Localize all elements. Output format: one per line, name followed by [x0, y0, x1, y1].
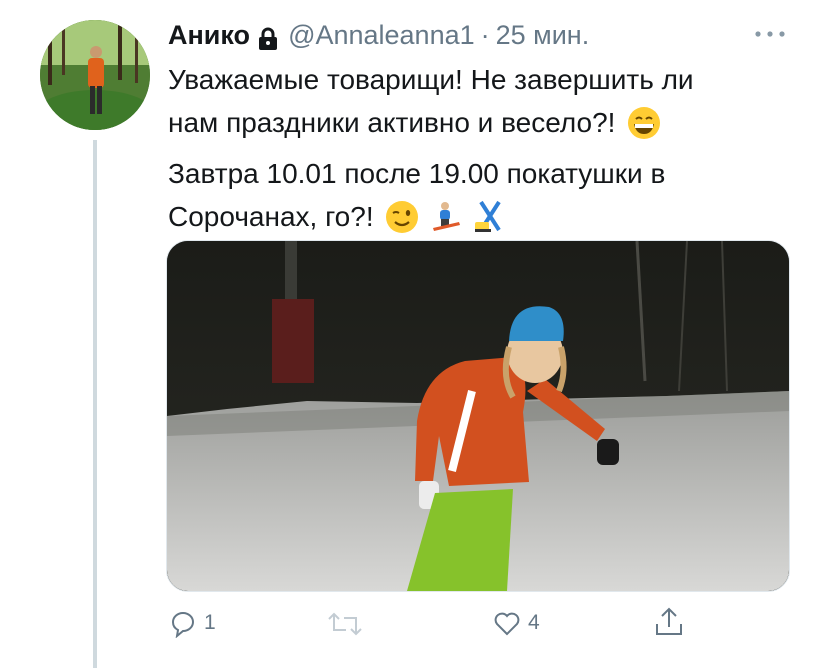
tweet-text: Уважаемые товарищи! Не завершить ли нам …: [168, 58, 788, 246]
reply-icon: [172, 612, 195, 638]
timestamp[interactable]: 25 мин.: [496, 16, 590, 54]
retweet-button[interactable]: [328, 610, 368, 638]
share-button[interactable]: [654, 606, 684, 638]
snowboarding-photo: [167, 241, 789, 591]
separator: ·: [480, 20, 490, 50]
heart-icon: [494, 612, 520, 636]
tweet-actions: 1 4: [166, 604, 788, 644]
tweet-line: нам праздники активно и весело?!: [168, 101, 788, 152]
tweet-line-text: Сорочанах, го?!: [168, 201, 374, 232]
like-button[interactable]: 4: [492, 608, 540, 638]
author-handle[interactable]: @Annaleanna1: [288, 16, 475, 54]
more-icon[interactable]: [752, 22, 788, 46]
tweet-line-text: нам праздники активно и весело?!: [168, 107, 616, 138]
retweet-icon: [328, 612, 362, 636]
avatar-image: [40, 20, 150, 130]
tweet-line: Сорочанах, го?!: [168, 195, 788, 246]
author-name[interactable]: Анико: [168, 16, 250, 54]
share-icon: [656, 607, 682, 635]
reply-button[interactable]: 1: [168, 608, 216, 638]
tweet-line: Уважаемые товарищи! Не завершить ли: [168, 64, 694, 95]
reply-count: 1: [204, 611, 216, 634]
avatar[interactable]: [40, 20, 150, 130]
like-count: 4: [528, 611, 540, 634]
grinning-face-emoji: [627, 106, 661, 152]
thread-line: [93, 140, 97, 668]
tweet-header: Анико @Annaleanna1 · 25 мин.: [168, 16, 589, 54]
tweet-photo[interactable]: [166, 240, 790, 592]
tweet-line: Завтра 10.01 после 19.00 покатушки в: [168, 158, 666, 189]
lock-icon: [258, 23, 278, 50]
